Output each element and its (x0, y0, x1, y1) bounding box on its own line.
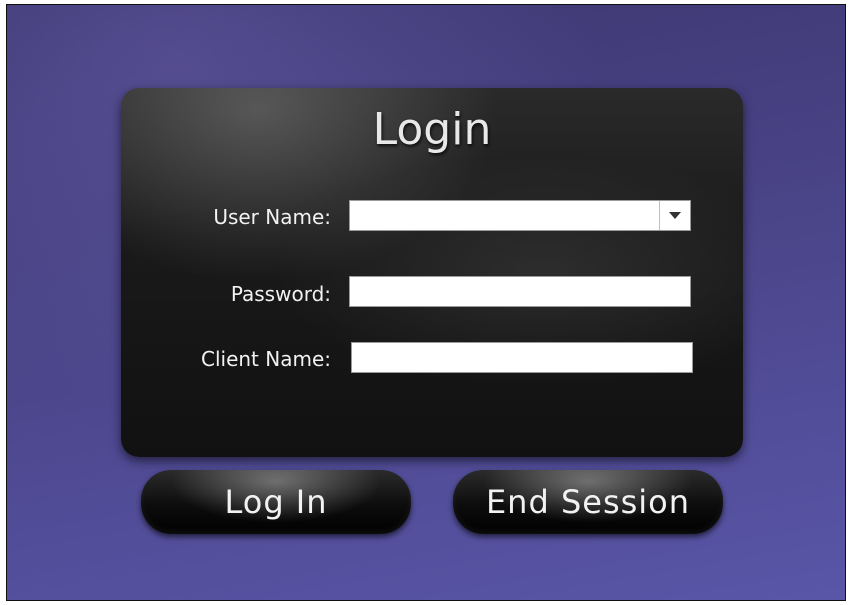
chevron-down-icon (669, 211, 681, 219)
login-panel: Login User Name: Password: Client Name: (121, 88, 743, 457)
username-dropdown-button[interactable] (659, 201, 690, 230)
password-label: Password: (230, 282, 331, 306)
client-name-input[interactable] (351, 342, 693, 373)
client-name-label: Client Name: (201, 347, 331, 371)
username-label: User Name: (213, 205, 331, 229)
login-button[interactable]: Log In (141, 470, 411, 534)
login-title: Login (372, 104, 492, 155)
end-session-button[interactable]: End Session (453, 470, 723, 534)
username-dropdown[interactable] (349, 200, 691, 231)
app-window: Login User Name: Password: Client Name: … (6, 4, 846, 601)
password-input[interactable] (349, 276, 691, 307)
